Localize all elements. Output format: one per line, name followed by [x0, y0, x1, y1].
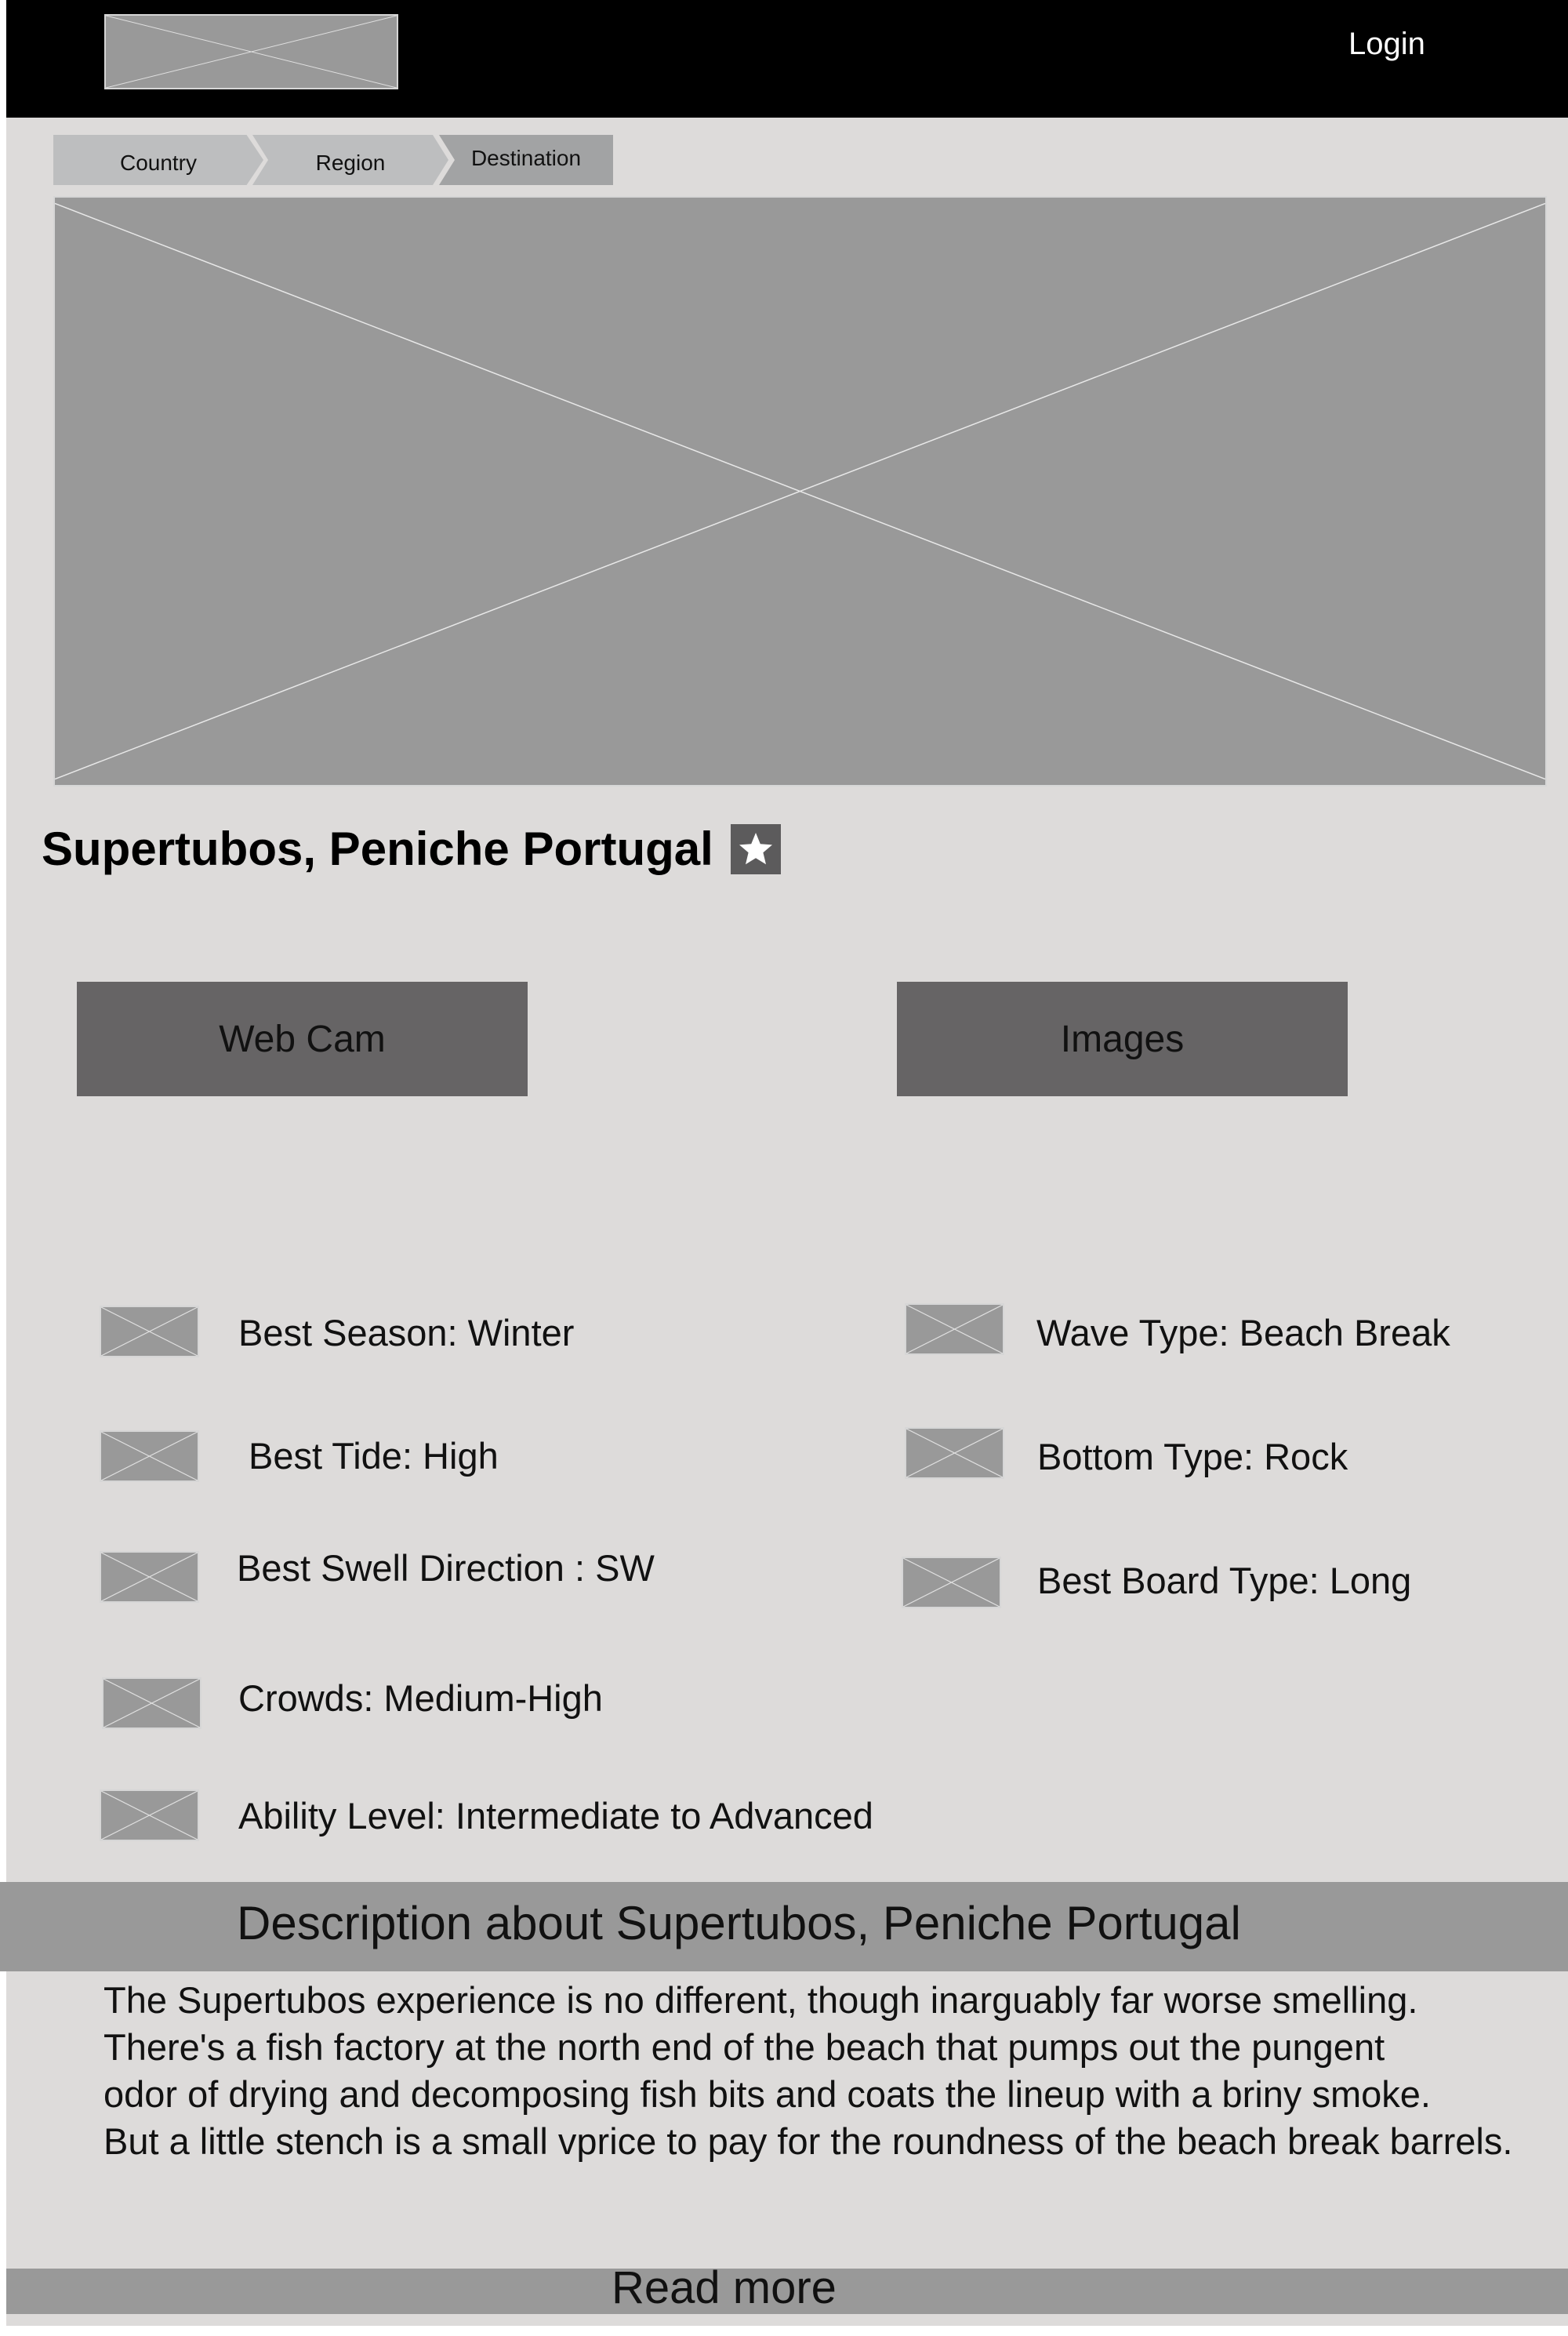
star-icon[interactable] [730, 823, 781, 874]
images-button[interactable]: Images [897, 982, 1348, 1096]
best-tide-text: Best Tide: High [249, 1435, 499, 1477]
title-row: Supertubos, Peniche Portugal [42, 822, 781, 876]
swell-direction-icon [100, 1551, 199, 1603]
logo-image-placeholder[interactable] [104, 14, 398, 89]
description-line: odor of drying and decomposing fish bits… [103, 2073, 1431, 2115]
wave-type-icon [905, 1303, 1004, 1355]
crowds-icon [102, 1677, 201, 1729]
page-title: Supertubos, Peniche Portugal [42, 823, 713, 875]
board-type-text: Best Board Type: Long [1037, 1560, 1412, 1601]
description-body: The Supertubos experience is no differen… [103, 1977, 1568, 2165]
login-link[interactable]: Login [1348, 27, 1425, 62]
crowds-text: Crowds: Medium-High [238, 1677, 603, 1719]
best-tide-icon [100, 1430, 199, 1482]
read-more-link[interactable]: Read more [612, 2262, 837, 2314]
bottom-type-text: Bottom Type: Rock [1037, 1436, 1348, 1477]
hero-image-placeholder [53, 196, 1547, 787]
description-line: There's a fish factory at the north end … [103, 2026, 1385, 2068]
web-cam-button[interactable]: Web Cam [77, 982, 528, 1096]
breadcrumb-label: Region [315, 151, 386, 175]
board-type-icon [902, 1557, 1001, 1608]
breadcrumb-region[interactable]: Region [252, 135, 448, 185]
breadcrumb-label: Country [119, 151, 198, 175]
breadcrumb-label: Destination [470, 146, 582, 170]
ability-level-icon [100, 1789, 199, 1841]
breadcrumb-destination[interactable]: Destination [439, 135, 613, 185]
swell-direction-text: Best Swell Direction : SW [237, 1547, 655, 1589]
bottom-type-icon [905, 1427, 1004, 1479]
best-season-icon [100, 1306, 199, 1357]
description-line: But a little stench is a small vprice to… [103, 2120, 1513, 2162]
ability-level-text: Ability Level: Intermediate to Advanced [238, 1795, 873, 1836]
best-season-text: Best Season: Winter [238, 1312, 575, 1353]
description-heading: Description about Supertubos, Peniche Po… [237, 1897, 1241, 1949]
description-line: The Supertubos experience is no differen… [103, 1979, 1418, 2021]
wave-type-text: Wave Type: Beach Break [1036, 1312, 1450, 1353]
breadcrumb-country[interactable]: Country [53, 135, 263, 185]
